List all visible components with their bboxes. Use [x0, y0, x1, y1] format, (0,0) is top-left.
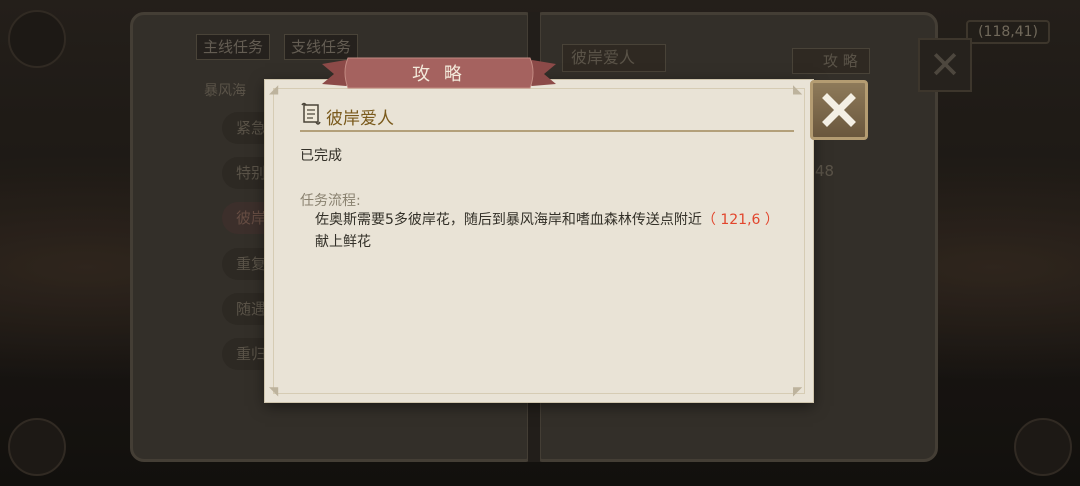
dialog-title: 攻 略	[412, 64, 466, 85]
corner-ornament-icon: ◥	[269, 384, 279, 398]
corner-ornament-icon: ◤	[793, 384, 803, 398]
quest-header: 彼岸爱人	[300, 100, 794, 132]
close-button[interactable]	[810, 80, 868, 140]
description-text-end: 献上鲜花	[315, 234, 371, 250]
description-text: 佐奥斯需要5多彼岸花，随后到暴风海岸和嗜血森林传送点附近	[315, 212, 702, 228]
quest-flow-label: 任务流程:	[300, 193, 361, 209]
quest-status: 已完成	[300, 148, 342, 164]
scroll-icon	[301, 102, 321, 125]
quest-description: 佐奥斯需要5多彼岸花，随后到暴风海岸和嗜血森林传送点附近（ 121,6 ） 献上鲜…	[315, 209, 785, 253]
corner-ornament-icon: ◢	[269, 82, 279, 96]
quest-title: 彼岸爱人	[326, 109, 394, 129]
close-x-icon	[822, 93, 856, 127]
coordinate-link[interactable]: （ 121,6 ）	[702, 212, 779, 228]
corner-ornament-icon: ◣	[793, 82, 803, 96]
dialog-title-ribbon: 攻 略	[322, 56, 556, 92]
